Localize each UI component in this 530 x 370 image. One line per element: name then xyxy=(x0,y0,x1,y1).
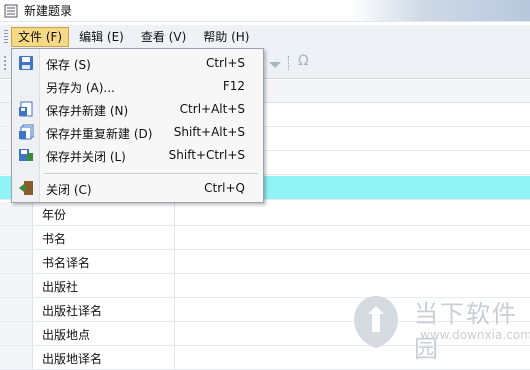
menu-item-save-as[interactable]: 另存为 (A)... F12 xyxy=(12,75,263,97)
toolbar-grip[interactable] xyxy=(4,56,9,70)
row-header[interactable] xyxy=(0,226,33,249)
row-header[interactable] xyxy=(0,202,33,225)
menu-item-label: 保存 (S) xyxy=(46,58,91,72)
field-row[interactable]: 书名 xyxy=(0,226,530,250)
menu-item-label: 保存并关闭 (L) xyxy=(46,150,126,164)
column-divider xyxy=(174,250,175,273)
menu-item-shortcut: Shift+Ctrl+S xyxy=(168,148,245,162)
row-header[interactable] xyxy=(0,274,33,297)
menu-item-shortcut: F12 xyxy=(222,79,245,93)
menu-item-save-and-repeat-new[interactable]: 保存并重复新建 (D) Shift+Alt+S xyxy=(12,121,263,143)
field-label: 出版社译名 xyxy=(42,304,103,318)
field-label: 出版地点 xyxy=(42,328,91,342)
menu-edit[interactable]: 编辑 (E) xyxy=(72,27,131,47)
column-divider xyxy=(174,322,175,345)
menu-separator xyxy=(44,173,258,174)
save-repeat-new-icon xyxy=(19,124,34,140)
field-row[interactable]: 书名译名 xyxy=(0,250,530,274)
menu-item-shortcut: Ctrl+S xyxy=(205,56,245,70)
toolbar-separator xyxy=(288,56,290,70)
save-close-icon xyxy=(19,149,33,161)
menu-item-label: 保存并新建 (N) xyxy=(46,104,129,118)
menu-file[interactable]: 文件 (F) xyxy=(11,26,70,47)
menu-item-label: 关闭 (C) xyxy=(46,183,92,197)
menu-item-label: 保存并重复新建 (D) xyxy=(46,127,153,141)
field-label: 书名 xyxy=(42,232,67,246)
field-label: 出版地译名 xyxy=(42,352,103,366)
watermark-url: www.downxia.com xyxy=(420,328,530,342)
window-title: 新建题录 xyxy=(24,4,73,18)
save-new-icon xyxy=(19,101,33,117)
omega-symbol-icon[interactable]: Ω xyxy=(298,53,309,69)
menu-item-shortcut: Ctrl+Alt+S xyxy=(179,102,245,116)
menu-item-save-and-new[interactable]: 保存并新建 (N) Ctrl+Alt+S xyxy=(12,98,263,120)
field-label: 年份 xyxy=(42,208,67,222)
row-header[interactable] xyxy=(0,298,33,321)
row-header[interactable] xyxy=(0,346,33,369)
document-list-icon xyxy=(4,4,18,17)
title-bar: 新建题录 xyxy=(0,0,530,22)
save-icon xyxy=(19,56,33,70)
column-divider xyxy=(174,298,175,321)
file-menu-dropdown: 保存 (S) Ctrl+S 另存为 (A)... F12 保存并新建 (N) C… xyxy=(11,48,264,203)
watermark: 当下软件园 www.downxia.com xyxy=(342,290,530,363)
menubar-grip[interactable] xyxy=(4,29,8,44)
menu-item-close[interactable]: 关闭 (C) Ctrl+Q xyxy=(12,177,263,199)
field-label: 出版社 xyxy=(42,280,79,294)
chevron-down-icon[interactable] xyxy=(269,62,281,68)
close-door-icon xyxy=(19,181,33,195)
menu-item-shortcut: Ctrl+Q xyxy=(204,181,245,195)
column-divider xyxy=(174,346,175,369)
field-label: 书名译名 xyxy=(42,256,91,270)
column-divider xyxy=(174,226,175,249)
column-divider xyxy=(174,274,175,297)
watermark-logo-icon xyxy=(354,296,398,348)
title-bar-decoration xyxy=(350,0,530,21)
column-divider xyxy=(174,202,175,225)
field-row[interactable]: 年份 xyxy=(0,202,530,226)
row-header[interactable] xyxy=(0,250,33,273)
menu-view[interactable]: 查看 (V) xyxy=(134,27,193,47)
menu-item-label: 另存为 (A)... xyxy=(46,81,115,95)
menu-item-save-and-close[interactable]: 保存并关闭 (L) Shift+Ctrl+S xyxy=(12,144,263,166)
row-header[interactable] xyxy=(0,322,33,345)
menu-help[interactable]: 帮助 (H) xyxy=(196,27,256,47)
menu-item-save[interactable]: 保存 (S) Ctrl+S xyxy=(12,52,263,74)
menu-bar: 文件 (F) 编辑 (E) 查看 (V) 帮助 (H) xyxy=(0,25,530,48)
menu-item-shortcut: Shift+Alt+S xyxy=(173,125,245,139)
